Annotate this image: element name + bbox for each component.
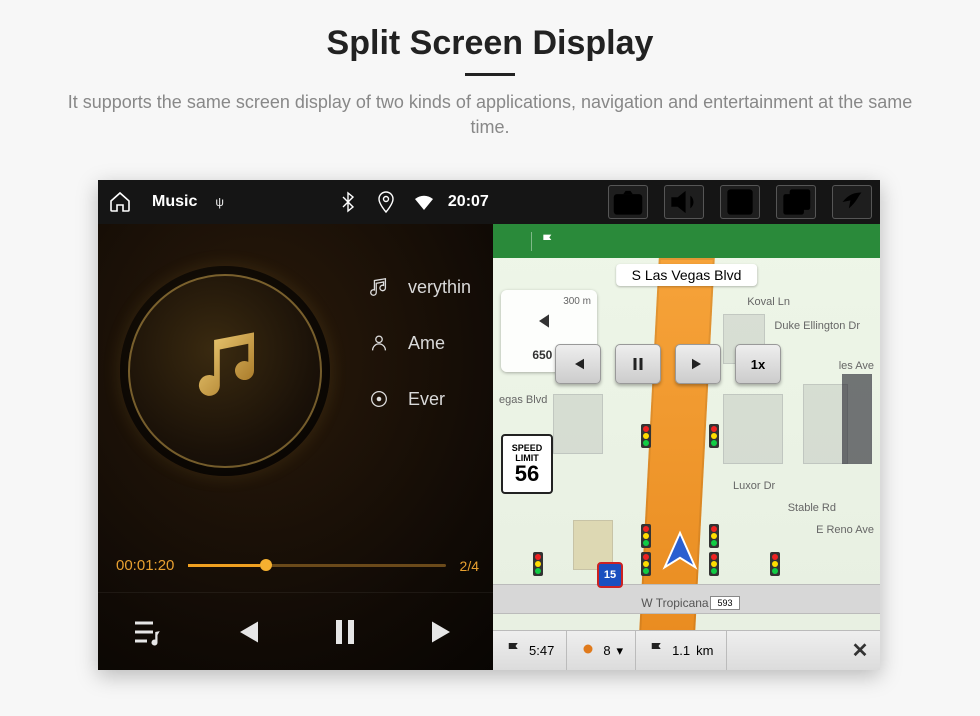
- speed-label-1: SPEED: [512, 443, 543, 453]
- person-icon: [366, 332, 392, 354]
- back-button[interactable]: [832, 185, 872, 219]
- screenshot-button[interactable]: [608, 185, 648, 219]
- track-counter: 2/4: [460, 558, 479, 574]
- title-underline: [465, 73, 515, 76]
- stops-segment[interactable]: 8 ▾: [567, 631, 636, 670]
- traffic-light-icon: [641, 424, 651, 448]
- page-subtitle: It supports the same screen display of t…: [0, 90, 980, 140]
- close-icon: ✕: [852, 638, 869, 663]
- map-close-button[interactable]: ✕: [840, 631, 880, 670]
- home-icon[interactable]: [106, 188, 134, 216]
- track-label: verythin: [408, 277, 471, 298]
- traffic-light-icon: [641, 524, 651, 548]
- chevron-down-icon: ▾: [617, 643, 624, 659]
- note-icon: [366, 276, 392, 298]
- traffic-light-icon: [641, 552, 651, 576]
- next-button[interactable]: [416, 604, 472, 660]
- street-label: egas Blvd: [499, 394, 547, 406]
- street-label: les Ave: [839, 360, 874, 372]
- progress-thumb[interactable]: [260, 559, 272, 571]
- sim-prev-button[interactable]: [555, 344, 601, 384]
- stops-value: 8: [603, 643, 610, 658]
- distance-value: 1.1: [672, 643, 690, 658]
- wifi-icon: [410, 188, 438, 216]
- recent-apps-button[interactable]: [776, 185, 816, 219]
- eta-segment[interactable]: 5:47: [493, 631, 567, 670]
- street-label: Duke Ellington Dr: [774, 320, 860, 332]
- map-bottom-bar: 5:47 8 ▾ 1.1 km ✕: [493, 630, 880, 670]
- building-icon: [723, 394, 783, 464]
- traffic-light-icon: [709, 524, 719, 548]
- sim-pause-button[interactable]: [615, 344, 661, 384]
- building-icon: [553, 394, 603, 454]
- turn-sub-dist: 300: [563, 296, 580, 307]
- page-title: Split Screen Display: [0, 0, 980, 63]
- music-pane: verythin Ame Ever 00:01:20 2/4: [98, 224, 493, 670]
- music-controls: [98, 592, 493, 670]
- track-list: verythin Ame Ever: [366, 276, 485, 410]
- statusbar-time: 20:07: [448, 193, 489, 211]
- status-bar: Music ψ 20:07: [98, 180, 880, 224]
- flag-icon: [648, 640, 666, 661]
- track-label: Ame: [408, 333, 445, 354]
- sim-speed-button[interactable]: 1x: [735, 344, 781, 384]
- track-item[interactable]: Ame: [366, 332, 485, 354]
- previous-button[interactable]: [218, 604, 274, 660]
- track-label: Ever: [408, 389, 445, 410]
- statusbar-app-label: Music: [152, 193, 197, 211]
- location-icon: [372, 188, 400, 216]
- traffic-light-icon: [770, 552, 780, 576]
- street-label: E Reno Ave: [816, 524, 874, 536]
- target-icon: [366, 388, 392, 410]
- device-frame: Music ψ 20:07: [98, 180, 880, 670]
- street-label: Stable Rd: [788, 502, 836, 514]
- playlist-button[interactable]: [119, 604, 175, 660]
- volume-button[interactable]: [664, 185, 704, 219]
- turn-left-icon: [529, 301, 569, 346]
- street-label: Luxor Dr: [733, 480, 775, 492]
- current-road-label: S Las Vegas Blvd: [616, 264, 758, 286]
- gps-cursor-icon: [657, 529, 703, 580]
- progress-bar[interactable]: 00:01:20 2/4: [116, 557, 479, 574]
- usb-icon: ψ: [215, 195, 224, 209]
- sim-next-button[interactable]: [675, 344, 721, 384]
- traffic-light-icon: [709, 424, 719, 448]
- progress-track[interactable]: [188, 564, 445, 567]
- distance-segment[interactable]: 1.1 km: [636, 631, 726, 670]
- lane-icon: [507, 232, 523, 251]
- street-label: Koval Ln: [747, 296, 790, 308]
- eta-value: 5:47: [529, 643, 554, 658]
- close-app-button[interactable]: [720, 185, 760, 219]
- flag-icon: [505, 640, 523, 661]
- stops-icon: [579, 640, 597, 661]
- sim-playback-controls: 1x: [555, 344, 781, 384]
- map-topbar: [493, 224, 880, 258]
- highway-shield: 15: [597, 562, 623, 588]
- track-item[interactable]: Ever: [366, 388, 485, 410]
- traffic-light-icon: [533, 552, 543, 576]
- turn-sub-unit: m: [583, 296, 591, 307]
- album-art[interactable]: [120, 266, 330, 476]
- flag-icon: [540, 232, 556, 251]
- track-item[interactable]: verythin: [366, 276, 485, 298]
- pause-button[interactable]: [317, 604, 373, 660]
- building-icon: [842, 374, 872, 464]
- speed-limit-sign: SPEED LIMIT 56: [501, 434, 553, 494]
- speed-value: 56: [515, 463, 539, 485]
- elapsed-time: 00:01:20: [116, 557, 174, 574]
- music-note-icon: [178, 321, 273, 421]
- distance-unit: km: [696, 643, 713, 658]
- exit-number: 593: [710, 596, 740, 610]
- turn-main-dist: 650: [532, 348, 552, 362]
- bluetooth-icon: [334, 188, 362, 216]
- navigation-pane[interactable]: S Las Vegas Blvd Koval Ln Duke Ellington…: [493, 224, 880, 670]
- traffic-light-icon: [709, 552, 719, 576]
